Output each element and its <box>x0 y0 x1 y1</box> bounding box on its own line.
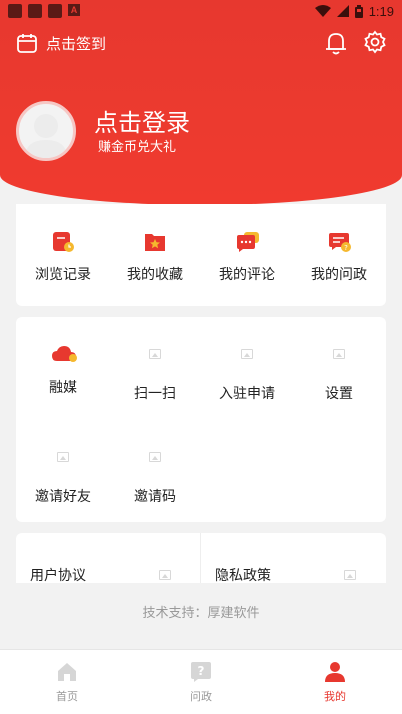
services-card: 融媒 扫一扫 入驻申请 设置 邀请好友 邀请码 <box>16 317 386 522</box>
invite-friends-icon <box>57 452 69 462</box>
signin-button[interactable]: 点击签到 <box>16 32 106 54</box>
media-button[interactable]: 融媒 <box>17 343 109 397</box>
comments-icon <box>237 232 259 252</box>
bottom-tab-bar: 首页 ? 问政 我的 <box>0 649 402 714</box>
svg-text:?: ? <box>344 244 348 252</box>
tab-inquiry[interactable]: ? 问政 <box>161 660 241 704</box>
login-subtitle: 赚金币兑大礼 <box>98 140 177 155</box>
notification-icon <box>48 4 62 18</box>
battery-icon <box>354 4 363 18</box>
tech-support-text: 技术支持：厚建软件 <box>142 606 260 621</box>
history-label: 浏览记录 <box>35 267 91 283</box>
favorites-button[interactable]: 我的收藏 <box>109 230 201 284</box>
apply-label: 入驻申请 <box>219 386 275 402</box>
inquiries-icon: ? <box>329 233 351 252</box>
image-placeholder-icon <box>344 570 356 580</box>
favorites-icon <box>145 234 165 251</box>
home-icon <box>58 663 76 681</box>
avatar-placeholder-icon <box>25 114 67 158</box>
status-bar: A 1:19 <box>0 0 402 24</box>
tab-home-label: 首页 <box>56 690 78 703</box>
tab-mine[interactable]: 我的 <box>295 660 375 704</box>
scan-button[interactable]: 扫一扫 <box>109 343 201 403</box>
avatar[interactable] <box>16 101 76 161</box>
tab-mine-label: 我的 <box>324 690 346 703</box>
scan-icon <box>149 349 161 359</box>
invite-code-icon <box>149 452 161 462</box>
wifi-icon <box>314 4 331 17</box>
bell-icon[interactable] <box>324 30 348 56</box>
tab-inquiry-label: 问政 <box>190 690 212 703</box>
login-title[interactable]: 点击登录 <box>94 103 190 138</box>
image-placeholder-icon <box>159 570 171 580</box>
question-icon: ? <box>191 662 211 682</box>
user-agreement-link[interactable]: 用户协议 <box>16 533 201 583</box>
user-agreement-label: 用户协议 <box>30 568 86 583</box>
history-icon <box>53 232 74 252</box>
signin-label: 点击签到 <box>46 34 107 53</box>
scan-label: 扫一扫 <box>134 386 176 402</box>
settings-icon <box>333 349 345 359</box>
favorites-label: 我的收藏 <box>127 267 183 283</box>
invite-code-button[interactable]: 邀请码 <box>109 446 201 506</box>
notification-icon <box>28 4 42 18</box>
inquiries-button[interactable]: ? 我的问政 <box>293 230 385 284</box>
media-cloud-icon <box>52 346 77 362</box>
apply-icon <box>241 349 253 359</box>
comments-label: 我的评论 <box>219 267 275 283</box>
notification-letter-icon: A <box>68 4 80 16</box>
media-label: 融媒 <box>49 380 77 396</box>
apply-button[interactable]: 入驻申请 <box>201 343 293 403</box>
settings-button[interactable]: 设置 <box>293 343 385 403</box>
privacy-policy-label: 隐私政策 <box>215 568 271 583</box>
clock: 1:19 <box>368 3 394 19</box>
calendar-icon <box>17 34 37 53</box>
profile-icon <box>325 662 345 682</box>
tab-home[interactable]: 首页 <box>27 660 107 704</box>
settings-label: 设置 <box>325 386 353 402</box>
svg-text:?: ? <box>198 664 205 678</box>
agreements-card: 用户协议 隐私政策 <box>16 533 386 583</box>
notification-icon <box>8 4 22 18</box>
signal-icon <box>336 5 349 17</box>
gear-icon[interactable] <box>363 30 387 54</box>
history-button[interactable]: 浏览记录 <box>17 230 109 284</box>
quick-actions-card: 浏览记录 我的收藏 我的评论 ? 我的问政 <box>16 204 386 306</box>
invite-friends-label: 邀请好友 <box>35 489 91 505</box>
privacy-policy-link[interactable]: 隐私政策 <box>201 533 386 583</box>
invite-code-label: 邀请码 <box>134 489 176 505</box>
invite-friends-button[interactable]: 邀请好友 <box>17 446 109 506</box>
comments-button[interactable]: 我的评论 <box>201 230 293 284</box>
inquiries-label: 我的问政 <box>311 267 367 283</box>
